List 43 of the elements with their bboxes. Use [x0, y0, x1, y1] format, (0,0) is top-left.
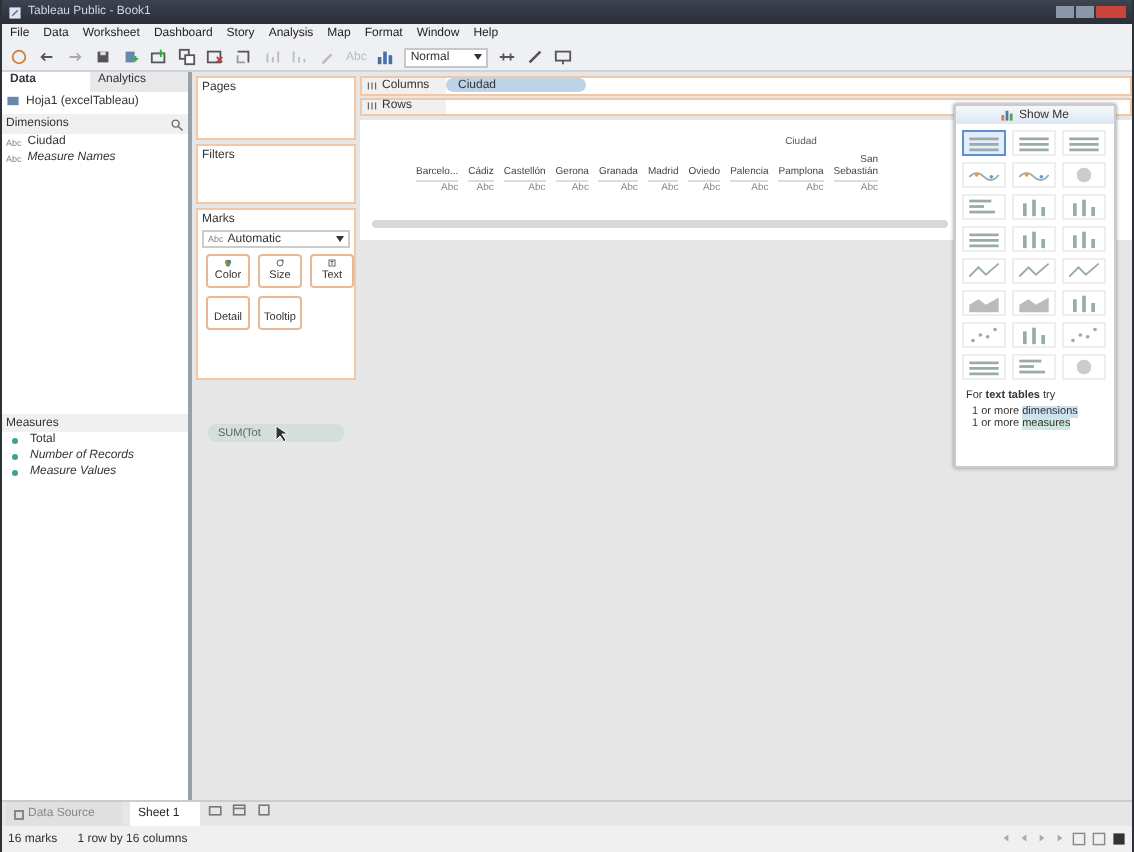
sort-ascending-icon[interactable]	[262, 48, 280, 66]
datasource-icon[interactable]	[6, 94, 20, 108]
presentation-icon[interactable]	[554, 48, 573, 66]
grid-view-icon[interactable]	[1072, 832, 1086, 846]
tab-view-icon[interactable]	[1112, 832, 1126, 846]
text-icon	[324, 258, 340, 268]
new-story-icon[interactable]	[256, 802, 272, 818]
caret-icon	[336, 236, 344, 242]
show-me-icon[interactable]	[1000, 108, 1015, 122]
back-icon[interactable]	[38, 48, 56, 66]
logo-icon[interactable]	[10, 48, 28, 66]
measure-icon	[12, 453, 18, 459]
measure-icon	[12, 469, 18, 475]
new-worksheet-icon[interactable]	[208, 802, 224, 818]
cursor-icon	[274, 426, 290, 444]
last-page-icon[interactable]	[1054, 832, 1066, 844]
new-dashboard-icon[interactable]	[232, 802, 248, 818]
measure-icon	[12, 437, 18, 443]
forward-icon[interactable]	[66, 48, 84, 66]
shelf-icon[interactable]	[366, 100, 378, 113]
search-icon[interactable]	[170, 117, 184, 131]
next-page-icon[interactable]	[1036, 832, 1048, 844]
checkbox-icon	[14, 809, 24, 819]
caret-icon	[474, 54, 483, 60]
pen-icon[interactable]	[526, 48, 545, 66]
highlight-icon[interactable]	[318, 48, 336, 66]
duplicate-icon[interactable]	[178, 48, 196, 66]
sort-descending-icon[interactable]	[290, 48, 308, 66]
filmstrip-view-icon[interactable]	[1092, 832, 1106, 846]
chart-type-icon[interactable]	[962, 130, 1006, 156]
circle-icon	[272, 258, 288, 268]
swap-icon[interactable]	[234, 48, 252, 66]
clear-icon[interactable]	[206, 48, 224, 66]
fix-axes-icon[interactable]	[498, 48, 517, 66]
new-sheet-icon[interactable]	[150, 48, 168, 66]
save-icon[interactable]	[94, 48, 112, 66]
chart-icon[interactable]	[376, 48, 395, 66]
scrollbar[interactable]	[372, 220, 948, 228]
first-page-icon[interactable]	[1000, 832, 1012, 844]
previous-page-icon[interactable]	[1018, 832, 1030, 844]
palette-icon	[220, 258, 236, 268]
add-data-icon[interactable]	[122, 48, 140, 66]
app-icon	[8, 5, 22, 19]
